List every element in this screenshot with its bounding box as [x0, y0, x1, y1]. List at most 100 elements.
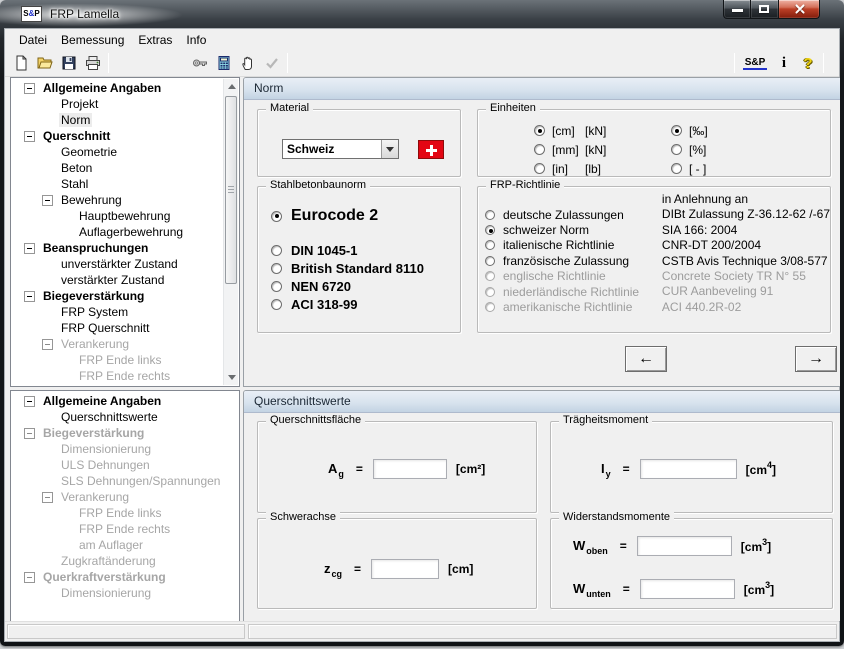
expander-minus-icon[interactable]	[24, 396, 35, 407]
expander-minus-icon[interactable]	[24, 572, 35, 583]
expander-minus-icon[interactable]	[42, 492, 53, 503]
tree-item[interactable]: FRP Querschnitt	[12, 320, 223, 336]
menu-item-extras[interactable]: Extras	[131, 31, 179, 49]
ag-input[interactable]	[373, 459, 447, 479]
radio-button-icon[interactable]	[271, 211, 282, 222]
pan-hand-button[interactable]	[236, 52, 260, 74]
info-button[interactable]: i	[772, 52, 796, 74]
scroll-down-button[interactable]	[224, 370, 239, 385]
tree-item[interactable]: am Auflager	[12, 537, 238, 553]
unit-dimension-radio[interactable]	[534, 144, 545, 155]
unit-dimension-radio[interactable]	[534, 125, 545, 136]
radio-button-icon[interactable]	[271, 263, 282, 274]
tree-item[interactable]: Auflagerbewehrung	[12, 224, 223, 240]
tree-item[interactable]: SLS Dehnungen/Spannungen	[12, 473, 238, 489]
unit-strain-radio[interactable]	[671, 163, 682, 174]
tree-scrollbar[interactable]	[223, 79, 238, 385]
zcg-input[interactable]	[371, 559, 439, 579]
tree-item[interactable]: Dimensionierung	[12, 585, 238, 601]
tree-item[interactable]: Dimensionierung	[12, 441, 238, 457]
tree-item[interactable]: FRP Ende links	[12, 352, 223, 368]
tree-item[interactable]: Querschnitt	[12, 128, 223, 144]
unit-dimension-radio[interactable]	[534, 163, 545, 174]
confirm-button[interactable]	[260, 52, 284, 74]
radio-button-icon[interactable]	[485, 240, 495, 250]
radio-option[interactable]: italienische Richtlinie	[485, 238, 662, 253]
radio-option[interactable]: DIN 1045-1	[271, 241, 460, 259]
open-file-button[interactable]	[33, 52, 57, 74]
expander-minus-icon[interactable]	[24, 428, 35, 439]
tree-item[interactable]: Norm	[12, 112, 223, 128]
radio-option[interactable]: deutsche Zulassungen	[485, 207, 662, 222]
radio-button-icon[interactable]	[271, 281, 282, 292]
tree-item[interactable]: ULS Dehnungen	[12, 457, 238, 473]
radio-option[interactable]: British Standard 8110	[271, 259, 460, 277]
tree-item[interactable]: Allgemeine Angaben	[12, 80, 223, 96]
radio-option[interactable]: französische Zulassung	[485, 253, 662, 268]
forward-button[interactable]: →	[795, 346, 837, 372]
radio-option[interactable]: NEN 6720	[271, 277, 460, 295]
tree-item[interactable]: Beton	[12, 160, 223, 176]
frp-richtlinie-groupbox: FRP-Richtlinie deutsche Zulassungenschwe…	[477, 186, 831, 333]
radio-option[interactable]: schweizer Norm	[485, 222, 662, 237]
tree-item[interactable]: Biegeverstärkung	[12, 425, 238, 441]
tree-item[interactable]: Hauptbewehrung	[12, 208, 223, 224]
unit-strain-radio[interactable]	[671, 125, 682, 136]
expander-minus-icon[interactable]	[42, 339, 53, 350]
radio-button-icon[interactable]	[485, 225, 495, 235]
radio-button-icon[interactable]	[485, 210, 495, 220]
tree-item[interactable]: FRP System	[12, 304, 223, 320]
tree-item[interactable]: Geometrie	[12, 144, 223, 160]
unit-strain-radio[interactable]	[671, 144, 682, 155]
tree-item[interactable]: unverstärkter Zustand	[12, 256, 223, 272]
radio-button-icon[interactable]	[485, 256, 495, 266]
menu-item-info[interactable]: Info	[179, 31, 213, 49]
new-document-button[interactable]	[9, 52, 33, 74]
license-key-button[interactable]	[188, 52, 212, 74]
minimize-button[interactable]	[723, 0, 751, 19]
iy-input[interactable]	[640, 459, 737, 479]
radio-option[interactable]: Eurocode 2	[271, 204, 460, 228]
radio-button-icon[interactable]	[271, 245, 282, 256]
statusbar-right-panel	[248, 624, 837, 639]
tree-item[interactable]: FRP Ende links	[12, 505, 238, 521]
expander-minus-icon[interactable]	[42, 195, 53, 206]
tree-item[interactable]: Bewehrung	[12, 192, 223, 208]
tree-item[interactable]: Verankerung	[12, 489, 238, 505]
expander-minus-icon[interactable]	[24, 243, 35, 254]
tree-item[interactable]: verstärkter Zustand	[12, 272, 223, 288]
maximize-button[interactable]	[751, 0, 778, 19]
calculator-button[interactable]	[212, 52, 236, 74]
close-button[interactable]	[778, 0, 820, 19]
sp-logo-button[interactable]: S&P	[738, 52, 772, 74]
tree-item[interactable]: Verankerung	[12, 336, 223, 352]
tree-item[interactable]: Biegeverstärkung	[12, 288, 223, 304]
tree-item[interactable]: Querschnittswerte	[12, 409, 238, 425]
material-select[interactable]: Schweiz	[282, 139, 399, 159]
expander-minus-icon[interactable]	[24, 83, 35, 94]
save-button[interactable]	[57, 52, 81, 74]
expander-minus-icon[interactable]	[24, 291, 35, 302]
tree-item[interactable]: FRP Ende rechts	[12, 368, 223, 384]
scrollbar-thumb[interactable]	[225, 96, 237, 284]
menu-item-bemessung[interactable]: Bemessung	[54, 31, 131, 49]
radio-option[interactable]: ACI 318-99	[271, 295, 460, 313]
tree-item[interactable]: Zugkraftänderung	[12, 553, 238, 569]
radio-button-icon[interactable]	[271, 299, 282, 310]
tree-item[interactable]: FRP Ende rechts	[12, 521, 238, 537]
tree-item[interactable]: Beanspruchungen	[12, 240, 223, 256]
combo-dropdown-button[interactable]	[381, 140, 398, 158]
menu-item-datei[interactable]: Datei	[12, 31, 54, 49]
tree-item[interactable]: Querkraftverstärkung	[12, 569, 238, 585]
woben-input[interactable]	[637, 536, 732, 556]
scroll-up-button[interactable]	[224, 79, 239, 94]
wunten-input[interactable]	[640, 579, 735, 599]
print-button[interactable]	[81, 52, 105, 74]
back-button[interactable]: ←	[625, 346, 667, 372]
tree-item[interactable]: Allgemeine Angaben	[12, 393, 238, 409]
tree-item[interactable]: Projekt	[12, 96, 223, 112]
expander-minus-icon[interactable]	[24, 131, 35, 142]
help-button[interactable]: ?	[796, 52, 820, 74]
tree-item[interactable]: Stahl	[12, 176, 223, 192]
titlebar[interactable]: S&P FRP Lamella	[0, 0, 844, 28]
